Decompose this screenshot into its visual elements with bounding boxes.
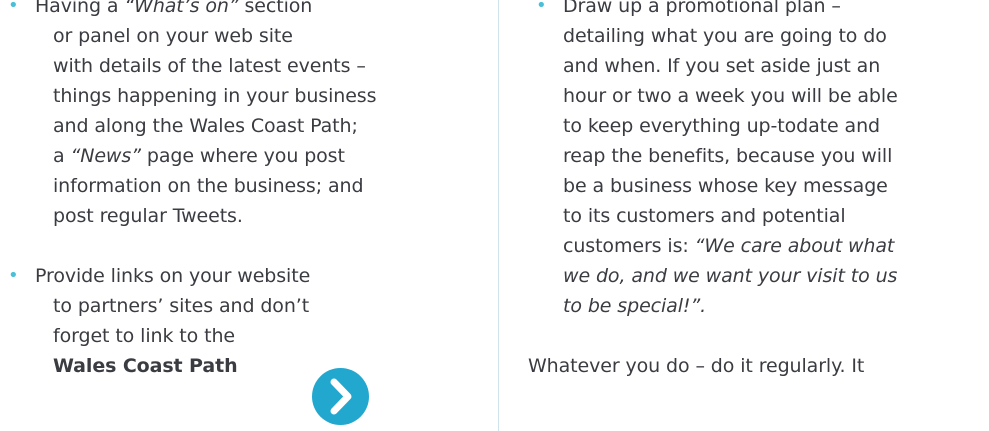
right-bullet-list: • Draw up a promotional plan – detailing… xyxy=(528,0,989,321)
chevron-right-icon xyxy=(330,378,352,415)
text-line: Wales Coast Path xyxy=(35,351,480,381)
text-line: a “News” page where you post xyxy=(53,145,345,167)
text-line: customers is: “We care about what xyxy=(563,235,895,257)
text-line: detailing what you are going to do xyxy=(563,25,887,47)
text-line: forget to link to the xyxy=(53,325,235,347)
text-line: post regular Tweets. xyxy=(53,205,243,227)
left-column: • Having a “What’s on” section or panel … xyxy=(0,0,480,411)
closing-paragraph: Whatever you do – do it regularly. It xyxy=(528,355,865,377)
list-item: • Provide links on your website to partn… xyxy=(0,261,480,381)
text-line: reap the benefits, because you will xyxy=(563,145,893,167)
text-line: to partners’ sites and don’t xyxy=(53,295,310,317)
next-arrow-button[interactable] xyxy=(312,368,369,425)
text-line: Provide links on your website xyxy=(35,265,311,287)
text-line: to its customers and potential xyxy=(563,205,846,227)
text-line: and along the Wales Coast Path; xyxy=(53,115,358,137)
text-line: we do, and we want your visit to us xyxy=(563,265,898,287)
list-item: • Having a “What’s on” section or panel … xyxy=(0,0,480,231)
wales-coast-path-link[interactable]: Wales Coast Path xyxy=(53,355,238,377)
right-column: • Draw up a promotional plan – detailing… xyxy=(528,0,989,381)
left-bullet-list: • Having a “What’s on” section or panel … xyxy=(0,0,480,381)
bullet-dot-icon: • xyxy=(8,0,19,16)
text-line: be a business whose key message xyxy=(563,175,888,197)
column-divider xyxy=(498,0,499,431)
text-line: hour or two a week you will be able xyxy=(563,85,898,107)
text-line: things happening in your business xyxy=(53,85,377,107)
bullet-dot-icon: • xyxy=(8,265,19,286)
text-line: and when. If you set aside just an xyxy=(563,55,881,77)
text-line: information on the business; and xyxy=(53,175,364,197)
text-line: to be special!”. xyxy=(563,295,707,317)
text-line: to keep everything up-todate and xyxy=(563,115,880,137)
text-line: Draw up a promotional plan – xyxy=(563,0,841,17)
list-item: • Draw up a promotional plan – detailing… xyxy=(528,0,989,321)
bullet-dot-icon: • xyxy=(536,0,547,16)
text-line: with details of the latest events – xyxy=(53,55,366,77)
document-page: • Having a “What’s on” section or panel … xyxy=(0,0,989,431)
text-line: or panel on your web site xyxy=(53,25,293,47)
text-line: Having a “What’s on” section xyxy=(35,0,313,17)
